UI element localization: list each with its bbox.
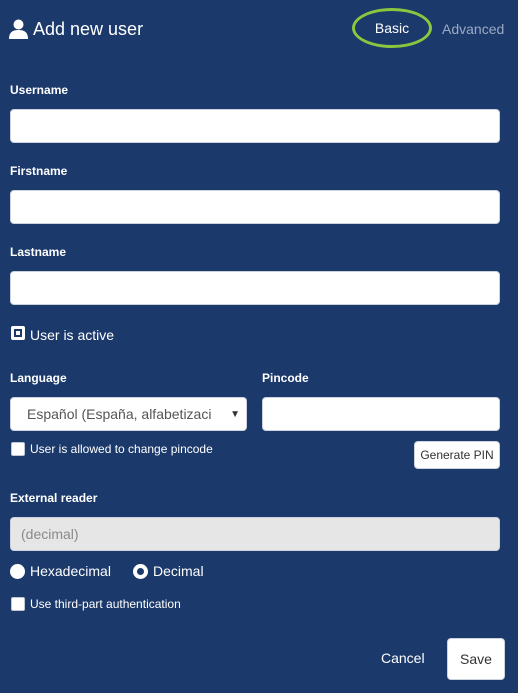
language-label: Language	[10, 371, 67, 385]
decimal-label: Decimal	[153, 563, 204, 579]
decimal-radio[interactable]	[133, 564, 148, 579]
tab-basic[interactable]: Basic	[352, 8, 432, 48]
dialog-header: Add new user	[9, 17, 143, 41]
third-party-auth-label: Use third-part authentication	[30, 597, 181, 611]
language-selected-value: Español (España, alfabetizaci	[27, 406, 212, 422]
language-select[interactable]: Español (España, alfabetizaci ▼	[10, 397, 247, 431]
firstname-label: Firstname	[10, 164, 68, 178]
generate-pin-button[interactable]: Generate PIN	[414, 441, 500, 469]
username-label: Username	[10, 83, 69, 97]
tab-advanced[interactable]: Advanced	[442, 21, 504, 37]
save-button[interactable]: Save	[447, 638, 505, 680]
user-active-label: User is active	[30, 327, 115, 343]
external-reader-input	[10, 517, 500, 551]
allow-change-pincode-checkbox[interactable]	[11, 442, 25, 456]
hexadecimal-label: Hexadecimal	[30, 563, 111, 579]
lastname-input[interactable]	[10, 271, 500, 305]
third-party-auth-checkbox[interactable]	[11, 597, 25, 611]
username-input[interactable]	[10, 109, 500, 143]
hexadecimal-radio[interactable]	[10, 564, 25, 579]
chevron-down-icon: ▼	[230, 408, 240, 420]
external-reader-label: External reader	[10, 491, 98, 505]
dialog-title: Add new user	[33, 18, 144, 39]
lastname-label: Lastname	[10, 245, 67, 259]
checkbox-checked-mark	[14, 329, 22, 337]
radio-selected-dot	[137, 568, 144, 575]
allow-change-pincode-label: User is allowed to change pincode	[30, 442, 213, 456]
pincode-label: Pincode	[262, 371, 309, 385]
user-active-checkbox[interactable]	[11, 326, 25, 340]
pincode-input[interactable]	[262, 397, 500, 431]
firstname-input[interactable]	[10, 190, 500, 224]
user-icon	[9, 19, 28, 39]
cancel-button[interactable]: Cancel	[381, 650, 425, 666]
